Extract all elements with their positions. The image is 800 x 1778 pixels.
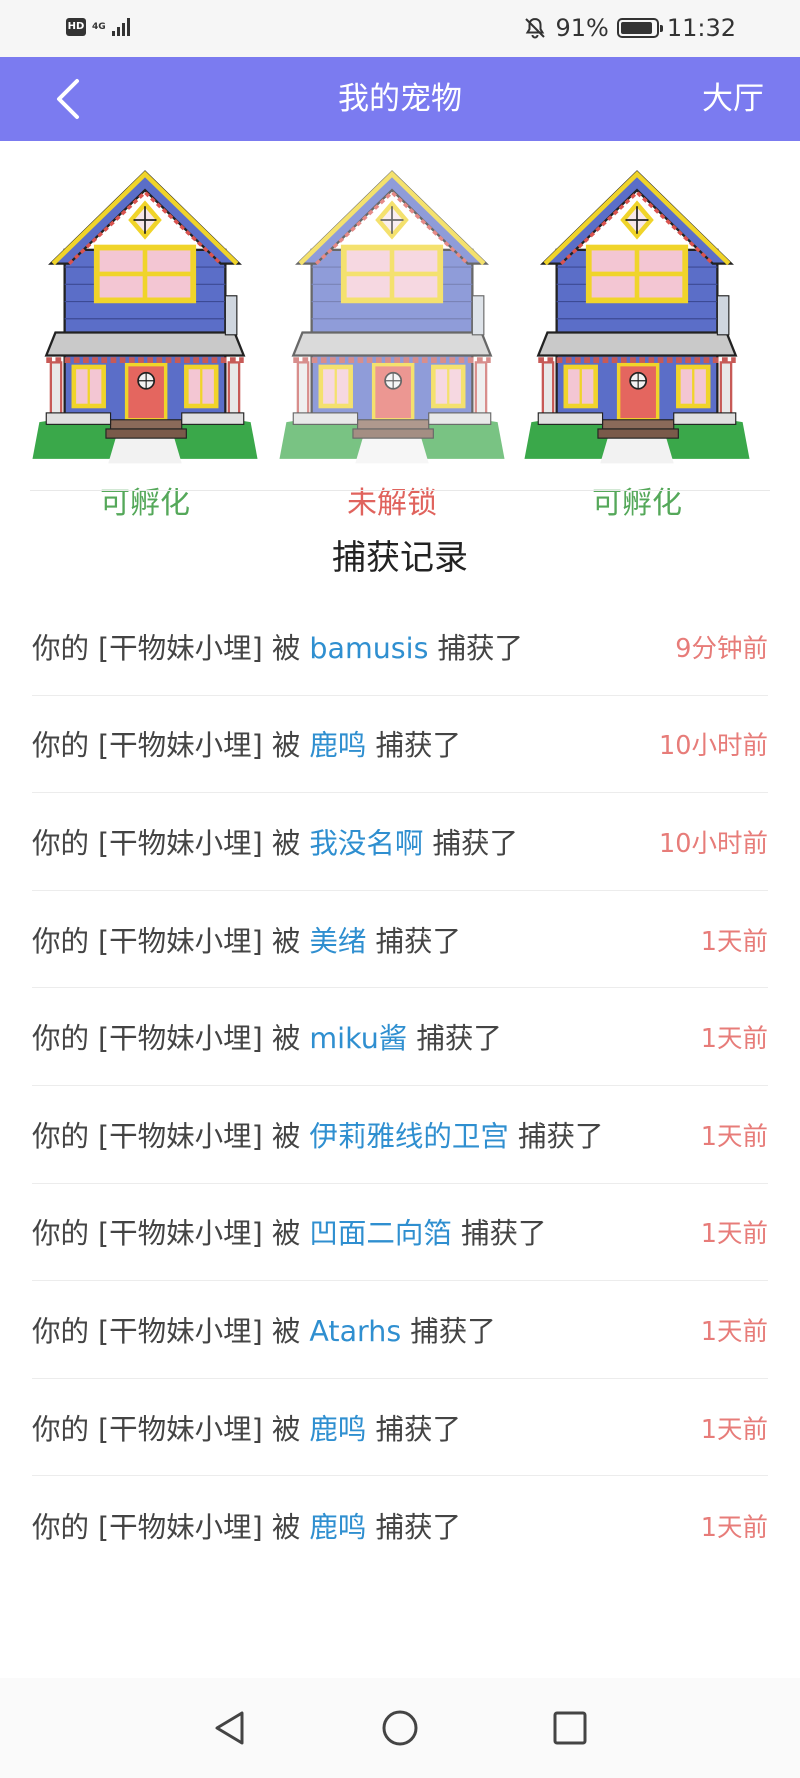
record-text: 你的 [干物妹小埋] 被 伊莉雅线的卫宫 捕获了 — [32, 1114, 604, 1155]
status-bar: HD 4G 91% 11:32 — [0, 0, 800, 57]
pet-house-2[interactable]: 未解锁 — [277, 150, 507, 521]
catcher-name-link[interactable]: 我没名啊 — [309, 827, 423, 860]
capture-record-row: 你的 [干物妹小埋] 被 凹面二向箔 捕获了 1天前 — [32, 1184, 768, 1282]
record-suffix: 捕获了 — [428, 631, 523, 665]
battery-percent: 91% — [555, 14, 609, 42]
pet-status: 可孵化 — [100, 486, 190, 521]
record-text: 你的 [干物妹小埋] 被 美绪 捕获了 — [32, 919, 461, 960]
record-text: 你的 [干物妹小埋] 被 我没名啊 捕获了 — [32, 821, 518, 862]
records-title: 捕获记录 — [332, 538, 468, 578]
pet-house-1[interactable]: 可孵化 — [30, 150, 260, 521]
record-text: 你的 [干物妹小埋] 被 鹿鸣 捕获了 — [32, 1505, 461, 1546]
catcher-name-link[interactable]: miku酱 — [309, 1022, 407, 1055]
nav-home-icon — [382, 1710, 418, 1746]
page-title: 我的宠物 — [338, 81, 462, 117]
signal-icon — [112, 18, 130, 36]
record-suffix: 捕获了 — [451, 1217, 547, 1251]
capture-record-row: 你的 [干物妹小埋] 被 鹿鸣 捕获了 10小时前 — [32, 696, 768, 794]
record-suffix: 捕获了 — [407, 1022, 502, 1056]
nav-recents-icon — [553, 1711, 587, 1745]
capture-record-row: 你的 [干物妹小埋] 被 伊莉雅线的卫宫 捕获了 1天前 — [32, 1086, 768, 1184]
catcher-name-link[interactable]: 伊莉雅线的卫宫 — [309, 1120, 509, 1153]
record-suffix: 捕获了 — [366, 729, 461, 763]
record-time: 1天前 — [700, 1512, 768, 1543]
capture-record-row: 你的 [干物妹小埋] 被 bamusis 捕获了 9分钟前 — [32, 598, 768, 696]
clock: 11:32 — [666, 14, 736, 42]
pet-houses: 可孵化 未解锁 可孵化 — [30, 150, 770, 521]
mute-bell-icon — [525, 17, 546, 39]
system-nav-bar — [0, 1678, 800, 1778]
record-suffix: 捕获了 — [366, 924, 461, 958]
record-prefix: 你的 [干物妹小埋] 被 — [32, 1119, 310, 1153]
record-time: 10小时前 — [659, 828, 768, 859]
catcher-name-link[interactable]: Atarhs — [309, 1315, 401, 1348]
divider — [30, 490, 770, 491]
status-left: HD 4G — [66, 18, 130, 36]
hall-button[interactable]: 大厅 — [702, 57, 764, 141]
battery-fill — [620, 22, 652, 34]
nav-home-button[interactable] — [370, 1698, 430, 1758]
record-text: 你的 [干物妹小埋] 被 鹿鸣 捕获了 — [32, 1407, 461, 1448]
record-time: 9分钟前 — [675, 633, 768, 664]
pet-house-3[interactable]: 可孵化 — [522, 150, 752, 521]
status-right: 91% 11:32 — [523, 14, 736, 42]
record-prefix: 你的 [干物妹小埋] 被 — [32, 1510, 310, 1544]
record-prefix: 你的 [干物妹小埋] 被 — [32, 826, 310, 860]
record-text: 你的 [干物妹小埋] 被 Atarhs 捕获了 — [32, 1309, 496, 1350]
record-text: 你的 [干物妹小埋] 被 miku酱 捕获了 — [32, 1016, 502, 1057]
pet-status: 可孵化 — [592, 486, 682, 521]
record-text: 你的 [干物妹小埋] 被 凹面二向箔 捕获了 — [32, 1211, 547, 1252]
network-type: 4G — [92, 21, 106, 32]
record-prefix: 你的 [干物妹小埋] 被 — [32, 1314, 310, 1348]
capture-records-list: 你的 [干物妹小埋] 被 bamusis 捕获了 9分钟前 你的 [干物妹小埋] 被… — [32, 598, 768, 1574]
record-prefix: 你的 [干物妹小埋] 被 — [32, 631, 310, 665]
nav-back-button[interactable] — [200, 1698, 260, 1758]
catcher-name-link[interactable]: 凹面二向箔 — [309, 1217, 452, 1250]
house-icon — [30, 158, 260, 468]
nav-back-icon — [215, 1711, 244, 1745]
record-prefix: 你的 [干物妹小埋] 被 — [32, 1412, 310, 1446]
record-time: 1天前 — [700, 1316, 768, 1347]
battery-icon — [616, 18, 663, 38]
record-time: 1天前 — [700, 1414, 768, 1445]
catcher-name-link[interactable]: 美绪 — [309, 925, 366, 958]
record-prefix: 你的 [干物妹小埋] 被 — [32, 729, 310, 763]
record-prefix: 你的 [干物妹小埋] 被 — [32, 1217, 310, 1251]
record-time: 1天前 — [700, 1121, 768, 1152]
record-suffix: 捕获了 — [366, 1510, 461, 1544]
record-time: 1天前 — [700, 926, 768, 957]
capture-record-row: 你的 [干物妹小埋] 被 我没名啊 捕获了 10小时前 — [32, 793, 768, 891]
capture-record-row: 你的 [干物妹小埋] 被 鹿鸣 捕获了 1天前 — [32, 1476, 768, 1574]
catcher-name-link[interactable]: 鹿鸣 — [309, 729, 366, 762]
record-time: 1天前 — [700, 1219, 768, 1250]
record-prefix: 你的 [干物妹小埋] 被 — [32, 1022, 310, 1056]
catcher-name-link[interactable]: 鹿鸣 — [309, 1511, 366, 1544]
pet-status: 未解锁 — [347, 486, 437, 521]
nav-recents-button[interactable] — [540, 1698, 600, 1758]
app-header: 我的宠物 大厅 — [0, 57, 800, 141]
hd-icon: HD — [66, 18, 86, 36]
catcher-name-link[interactable]: 鹿鸣 — [309, 1413, 366, 1446]
catcher-name-link[interactable]: bamusis — [309, 632, 428, 665]
capture-record-row: 你的 [干物妹小埋] 被 鹿鸣 捕获了 1天前 — [32, 1379, 768, 1477]
record-text: 你的 [干物妹小埋] 被 bamusis 捕获了 — [32, 626, 523, 667]
record-time: 1天前 — [700, 1024, 768, 1055]
house-icon — [522, 158, 752, 468]
capture-record-row: 你的 [干物妹小埋] 被 miku酱 捕获了 1天前 — [32, 988, 768, 1086]
record-text: 你的 [干物妹小埋] 被 鹿鸣 捕获了 — [32, 723, 461, 764]
record-suffix: 捕获了 — [423, 826, 518, 860]
capture-record-row: 你的 [干物妹小埋] 被 Atarhs 捕获了 1天前 — [32, 1281, 768, 1379]
record-suffix: 捕获了 — [366, 1412, 461, 1446]
record-suffix: 捕获了 — [508, 1119, 604, 1153]
record-suffix: 捕获了 — [401, 1314, 496, 1348]
capture-record-row: 你的 [干物妹小埋] 被 美绪 捕获了 1天前 — [32, 891, 768, 989]
house-icon — [277, 158, 507, 468]
record-prefix: 你的 [干物妹小埋] 被 — [32, 924, 310, 958]
record-time: 10小时前 — [659, 731, 768, 762]
